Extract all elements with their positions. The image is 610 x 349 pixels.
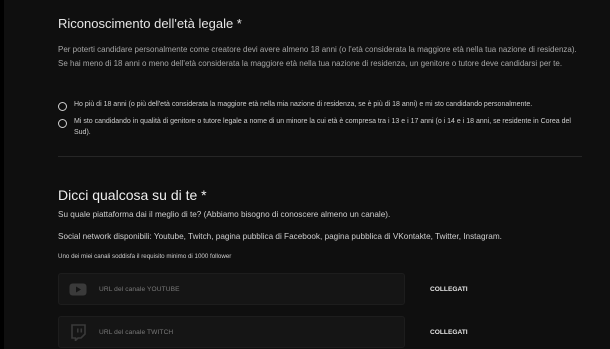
radio-button-adult[interactable] [58, 102, 67, 111]
age-option-guardian[interactable]: Mi sto candidando in qualità di genitore… [58, 117, 582, 138]
connect-twitch-button[interactable]: COLLEGATI [430, 329, 468, 336]
twitch-url-input[interactable]: URL del canale TWITCH [58, 316, 405, 348]
youtube-url-input[interactable]: URL del canale YOUTUBE [58, 273, 405, 305]
follower-requirement: Uno dei miei canali soddisfa il requisit… [58, 253, 232, 260]
youtube-icon [69, 280, 87, 298]
age-option-adult[interactable]: Ho più di 18 anni (o più dell'età consid… [58, 100, 582, 111]
connect-youtube-button[interactable]: COLLEGATI [430, 286, 468, 293]
available-social-networks: Social network disponibili: Youtube, Twi… [58, 232, 502, 241]
age-option-guardian-label: Mi sto candidando in qualità di genitore… [74, 118, 571, 136]
radio-button-guardian[interactable] [58, 119, 67, 128]
youtube-url-placeholder: URL del canale YOUTUBE [99, 285, 180, 293]
age-section-description: Per poterti candidare personalmente come… [58, 45, 577, 68]
channel-row-twitch: URL del canale TWITCH COLLEGATI [58, 315, 582, 349]
section-divider [58, 156, 582, 157]
platform-question: Su quale piattaforma dai il meglio di te… [58, 210, 391, 219]
age-option-adult-label: Ho più di 18 anni (o più dell'età consid… [74, 101, 533, 108]
twitch-icon [69, 323, 87, 341]
about-section-title: Dicci qualcosa su di te * [58, 187, 207, 203]
channel-row-youtube: URL del canale YOUTUBE COLLEGATI [58, 272, 582, 306]
twitch-url-placeholder: URL del canale TWITCH [99, 328, 174, 336]
window-left-edge [0, 0, 4, 349]
form-content: Riconoscimento dell'età legale * Per pot… [58, 0, 582, 349]
age-section-title: Riconoscimento dell'età legale * [58, 16, 242, 31]
